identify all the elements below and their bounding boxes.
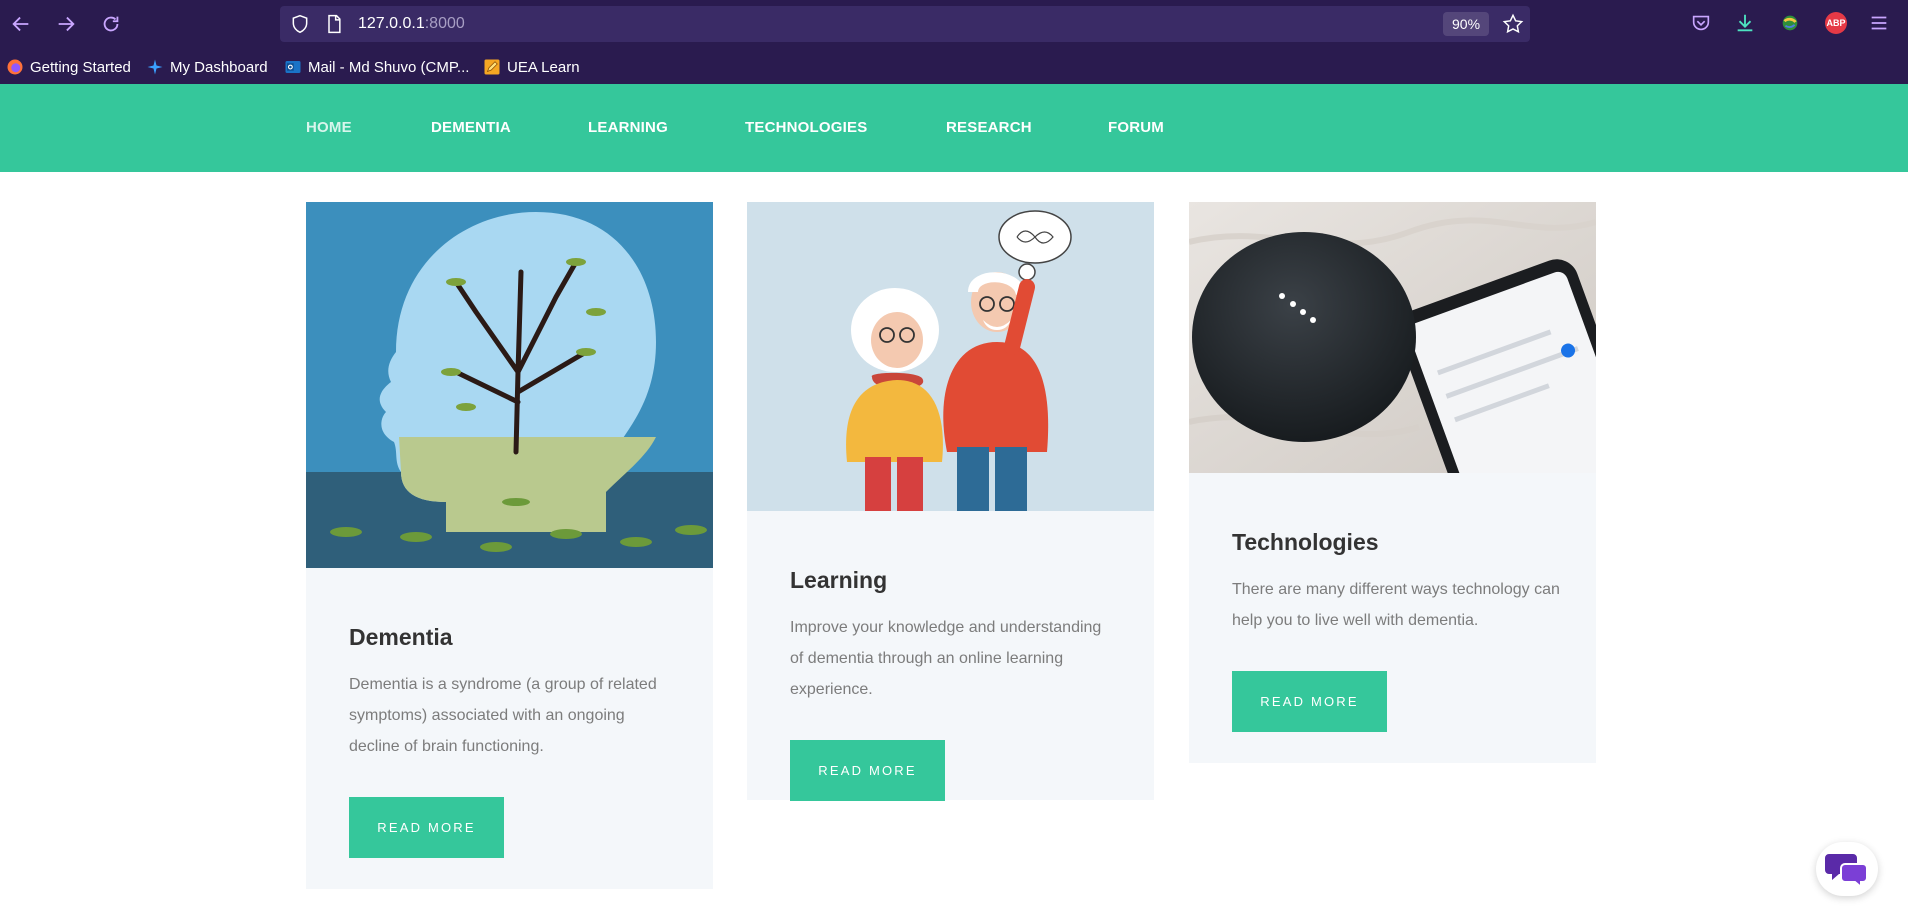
nav-home[interactable]: HOME bbox=[306, 119, 352, 136]
bookmark-label: UEA Learn bbox=[507, 58, 580, 76]
bookmark-label: My Dashboard bbox=[170, 58, 268, 76]
bookmark-label: Mail - Md Shuvo (CMP... bbox=[308, 58, 470, 76]
nav-dementia[interactable]: DEMENTIA bbox=[431, 119, 511, 136]
forward-button[interactable] bbox=[52, 10, 80, 38]
chat-bubbles-icon bbox=[1825, 854, 1868, 888]
bookmark-star-icon[interactable] bbox=[1502, 13, 1524, 35]
card-image bbox=[747, 202, 1154, 511]
menu-button[interactable] bbox=[1868, 12, 1890, 34]
firefox-icon bbox=[7, 59, 23, 75]
card-body: Dementia Dementia is a syndrome (a group… bbox=[349, 624, 677, 858]
shield-icon[interactable] bbox=[290, 14, 310, 34]
browser-toolbar: 127.0.0.1:8000 90% ABP bbox=[0, 0, 1908, 48]
bookmark-label: Getting Started bbox=[30, 58, 131, 76]
url-host: 127.0.0.1 bbox=[358, 15, 425, 32]
smart-speaker-photo-icon bbox=[1189, 202, 1596, 473]
nav-learning[interactable]: LEARNING bbox=[588, 119, 668, 136]
pocket-button[interactable] bbox=[1690, 12, 1712, 34]
card-technologies: Technologies There are many different wa… bbox=[1189, 202, 1596, 763]
chat-widget-button[interactable] bbox=[1816, 842, 1878, 896]
adblock-plus-button[interactable]: ABP bbox=[1825, 12, 1847, 34]
nav-forum[interactable]: FORUM bbox=[1108, 119, 1164, 136]
nav-research[interactable]: RESEARCH bbox=[946, 119, 1032, 136]
bookmark-uea-learn[interactable]: UEA Learn bbox=[483, 57, 580, 77]
elderly-couple-illustration-icon bbox=[747, 202, 1154, 511]
url-port: :8000 bbox=[424, 15, 465, 32]
download-icon bbox=[1737, 14, 1753, 32]
bookmarks-bar: Getting Started My Dashboard Mail - Md S… bbox=[0, 48, 1908, 84]
card-body: Learning Improve your knowledge and unde… bbox=[790, 567, 1118, 801]
pencil-note-icon bbox=[484, 59, 500, 75]
card-body: Technologies There are many different wa… bbox=[1232, 529, 1560, 732]
sparkle-icon bbox=[147, 59, 163, 75]
reload-button[interactable] bbox=[97, 10, 125, 38]
hamburger-menu-icon bbox=[1871, 16, 1887, 30]
card-text: There are many different ways technology… bbox=[1232, 581, 1560, 629]
bookmark-getting-started[interactable]: Getting Started bbox=[6, 57, 131, 77]
downloads-button[interactable] bbox=[1734, 12, 1756, 34]
address-bar[interactable]: 127.0.0.1:8000 90% bbox=[280, 6, 1530, 42]
bookmark-my-dashboard[interactable]: My Dashboard bbox=[146, 57, 268, 77]
outlook-icon bbox=[285, 61, 301, 73]
back-button[interactable] bbox=[7, 10, 35, 38]
url-text[interactable]: 127.0.0.1:8000 bbox=[358, 15, 465, 33]
card-learning: Learning Improve your knowledge and unde… bbox=[747, 202, 1154, 801]
card-image bbox=[1189, 202, 1596, 473]
card-text: Dementia is a syndrome (a group of relat… bbox=[349, 676, 657, 755]
nav-technologies[interactable]: TECHNOLOGIES bbox=[745, 119, 867, 136]
card-title: Dementia bbox=[349, 624, 453, 650]
bookmark-mail[interactable]: Mail - Md Shuvo (CMP... bbox=[284, 57, 469, 77]
tree-head-illustration-icon bbox=[306, 202, 713, 568]
read-more-button[interactable]: READ MORE bbox=[1232, 671, 1387, 732]
arrow-right-icon bbox=[58, 16, 75, 32]
card-dementia: Dementia Dementia is a syndrome (a group… bbox=[306, 202, 713, 889]
card-text: Improve your knowledge and understanding… bbox=[790, 619, 1102, 698]
extension-globe-icon bbox=[1782, 15, 1798, 31]
card-image bbox=[306, 202, 713, 568]
card-title: Learning bbox=[790, 567, 888, 593]
site-navigation: HOME DEMENTIA LEARNING TECHNOLOGIES RESE… bbox=[0, 84, 1908, 172]
page-info-icon[interactable] bbox=[324, 14, 344, 34]
card-title: Technologies bbox=[1232, 529, 1379, 555]
read-more-button[interactable]: READ MORE bbox=[349, 797, 504, 858]
reload-icon bbox=[103, 16, 119, 32]
zoom-level-badge[interactable]: 90% bbox=[1443, 12, 1490, 36]
read-more-button[interactable]: READ MORE bbox=[790, 740, 945, 801]
pocket-icon bbox=[1692, 15, 1710, 31]
browser-chrome: 127.0.0.1:8000 90% ABP Getting Started M… bbox=[0, 0, 1908, 84]
extension-button[interactable] bbox=[1779, 12, 1801, 34]
arrow-left-icon bbox=[12, 16, 29, 32]
